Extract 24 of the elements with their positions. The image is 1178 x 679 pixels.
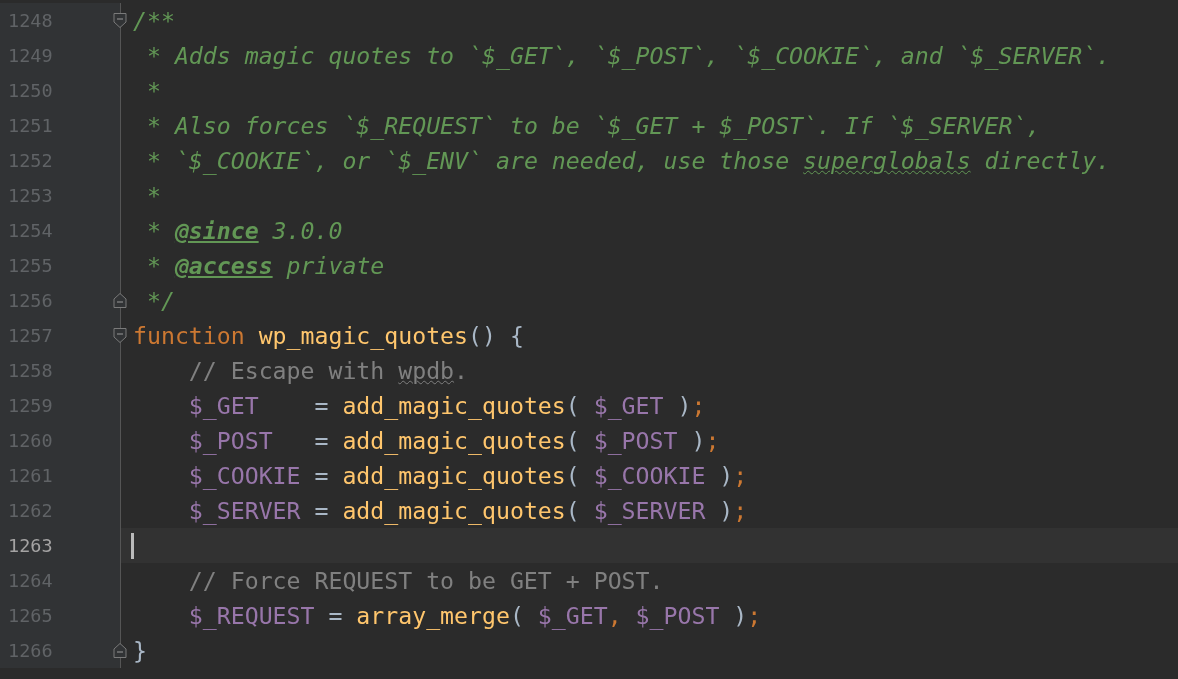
- code-line: }: [133, 637, 147, 664]
- code-line: $_COOKIE = add_magic_quotes( $_COOKIE );: [187, 462, 748, 489]
- code-line: * `$_COOKIE`, or `$_ENV` are needed, use those superglobals directly.: [145, 147, 1111, 174]
- code-line: * @access private: [145, 252, 385, 279]
- code-line: $_SERVER = add_magic_quotes( $_SERVER );: [187, 497, 748, 524]
- fold-icon[interactable]: [112, 292, 128, 309]
- code-line: $_REQUEST = array_merge( $_GET, $_POST );: [187, 602, 762, 629]
- fold-icon[interactable]: [112, 327, 128, 344]
- code-line: // Escape with wpdb.: [187, 357, 469, 384]
- text-cursor: [131, 532, 134, 559]
- code-line: */: [145, 287, 175, 314]
- code-line: *: [145, 77, 161, 104]
- code-line: $_GET = add_magic_quotes( $_GET );: [187, 392, 706, 419]
- line-number: 1263: [8, 535, 53, 556]
- code-line: $_POST = add_magic_quotes( $_POST );: [187, 427, 720, 454]
- code-line: * Also forces `$_REQUEST` to be `$_GET + $_POST`. If `$_SERVER`,: [145, 112, 1041, 139]
- code-line: *: [145, 182, 161, 209]
- code-line: * @since 3.0.0: [145, 217, 343, 244]
- code-line: function wp_magic_quotes() {: [133, 322, 524, 349]
- fold-icon[interactable]: [112, 642, 128, 659]
- fold-icon[interactable]: [112, 12, 128, 29]
- code-line: * Adds magic quotes to `$_GET`, `$_POST`, `$_COOKIE`, and `$_SERVER`.: [145, 42, 1111, 69]
- code-line: /**: [133, 7, 175, 34]
- code-line: // Force REQUEST to be GET + POST.: [187, 567, 664, 594]
